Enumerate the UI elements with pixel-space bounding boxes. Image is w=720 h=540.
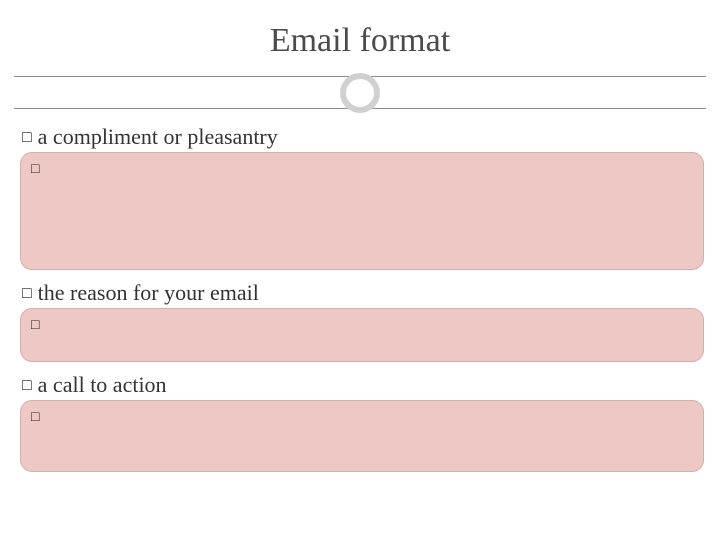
slide: Email format □ a compliment or pleasantry… (0, 0, 720, 540)
section-heading-2-text: the reason for your email (38, 280, 259, 305)
section-heading-1-text: a compliment or pleasantry (38, 124, 278, 149)
page-title: Email format (0, 22, 720, 60)
square-bullet-icon: □ (31, 316, 39, 332)
section-heading-1: □ a compliment or pleasantry (22, 124, 704, 150)
square-bullet-icon: □ (22, 129, 32, 147)
section-heading-3-text: a call to action (38, 372, 167, 397)
content-box-2: □ (20, 308, 704, 362)
square-bullet-icon: □ (31, 408, 39, 424)
section-heading-2: □ the reason for your email (22, 280, 704, 306)
ring-icon (340, 73, 380, 113)
square-bullet-icon: □ (22, 285, 32, 303)
content: □ a compliment or pleasantry □ □ the reaso… (20, 118, 704, 472)
content-box-3: □ (20, 400, 704, 472)
square-bullet-icon: □ (31, 160, 39, 176)
square-bullet-icon: □ (22, 377, 32, 395)
section-heading-3: □ a call to action (22, 372, 704, 398)
content-box-1: □ (20, 152, 704, 270)
